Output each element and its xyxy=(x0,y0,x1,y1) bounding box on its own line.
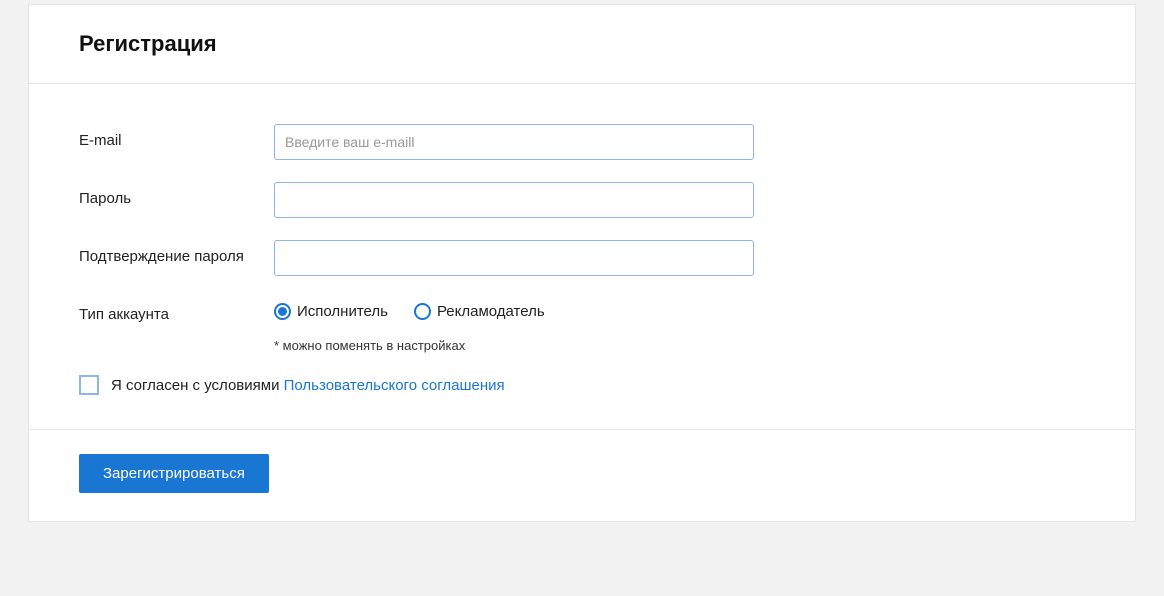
account-type-radio-group: Исполнитель Рекламодатель xyxy=(274,298,754,320)
password-input[interactable] xyxy=(274,182,754,218)
password-label: Пароль xyxy=(79,182,274,209)
agreement-checkbox[interactable] xyxy=(79,375,99,395)
password-confirm-row: Подтверждение пароля xyxy=(79,240,1085,276)
radio-advertiser-label: Рекламодатель xyxy=(437,303,545,320)
account-type-label: Тип аккаунта xyxy=(79,298,274,325)
account-type-hint: * можно поменять в настройках xyxy=(274,338,754,353)
agreement-label: Я согласен с условиями Пользовательского… xyxy=(111,377,505,394)
email-row: E-mail xyxy=(79,124,1085,160)
password-confirm-input[interactable] xyxy=(274,240,754,276)
page-title: Регистрация xyxy=(79,31,1085,57)
radio-icon-unchecked xyxy=(414,303,431,320)
panel-body: E-mail Пароль Подтверждение пароля Тип а… xyxy=(29,84,1135,429)
agreement-link[interactable]: Пользовательского соглашения xyxy=(284,377,505,394)
submit-button[interactable]: Зарегистрироваться xyxy=(79,454,269,493)
registration-panel: Регистрация E-mail Пароль Подтверждение … xyxy=(28,4,1136,522)
radio-performer-label: Исполнитель xyxy=(297,303,388,320)
email-label: E-mail xyxy=(79,124,274,151)
radio-performer[interactable]: Исполнитель xyxy=(274,303,388,320)
email-input[interactable] xyxy=(274,124,754,160)
account-type-row: Тип аккаунта Исполнитель Рекламодатель *… xyxy=(79,298,1085,353)
panel-header: Регистрация xyxy=(29,5,1135,84)
radio-icon-checked xyxy=(274,303,291,320)
panel-footer: Зарегистрироваться xyxy=(29,429,1135,521)
agreement-text: Я согласен с условиями xyxy=(111,377,284,394)
agreement-row: Я согласен с условиями Пользовательского… xyxy=(79,375,1085,395)
radio-advertiser[interactable]: Рекламодатель xyxy=(414,303,545,320)
password-confirm-label: Подтверждение пароля xyxy=(79,240,274,267)
password-row: Пароль xyxy=(79,182,1085,218)
